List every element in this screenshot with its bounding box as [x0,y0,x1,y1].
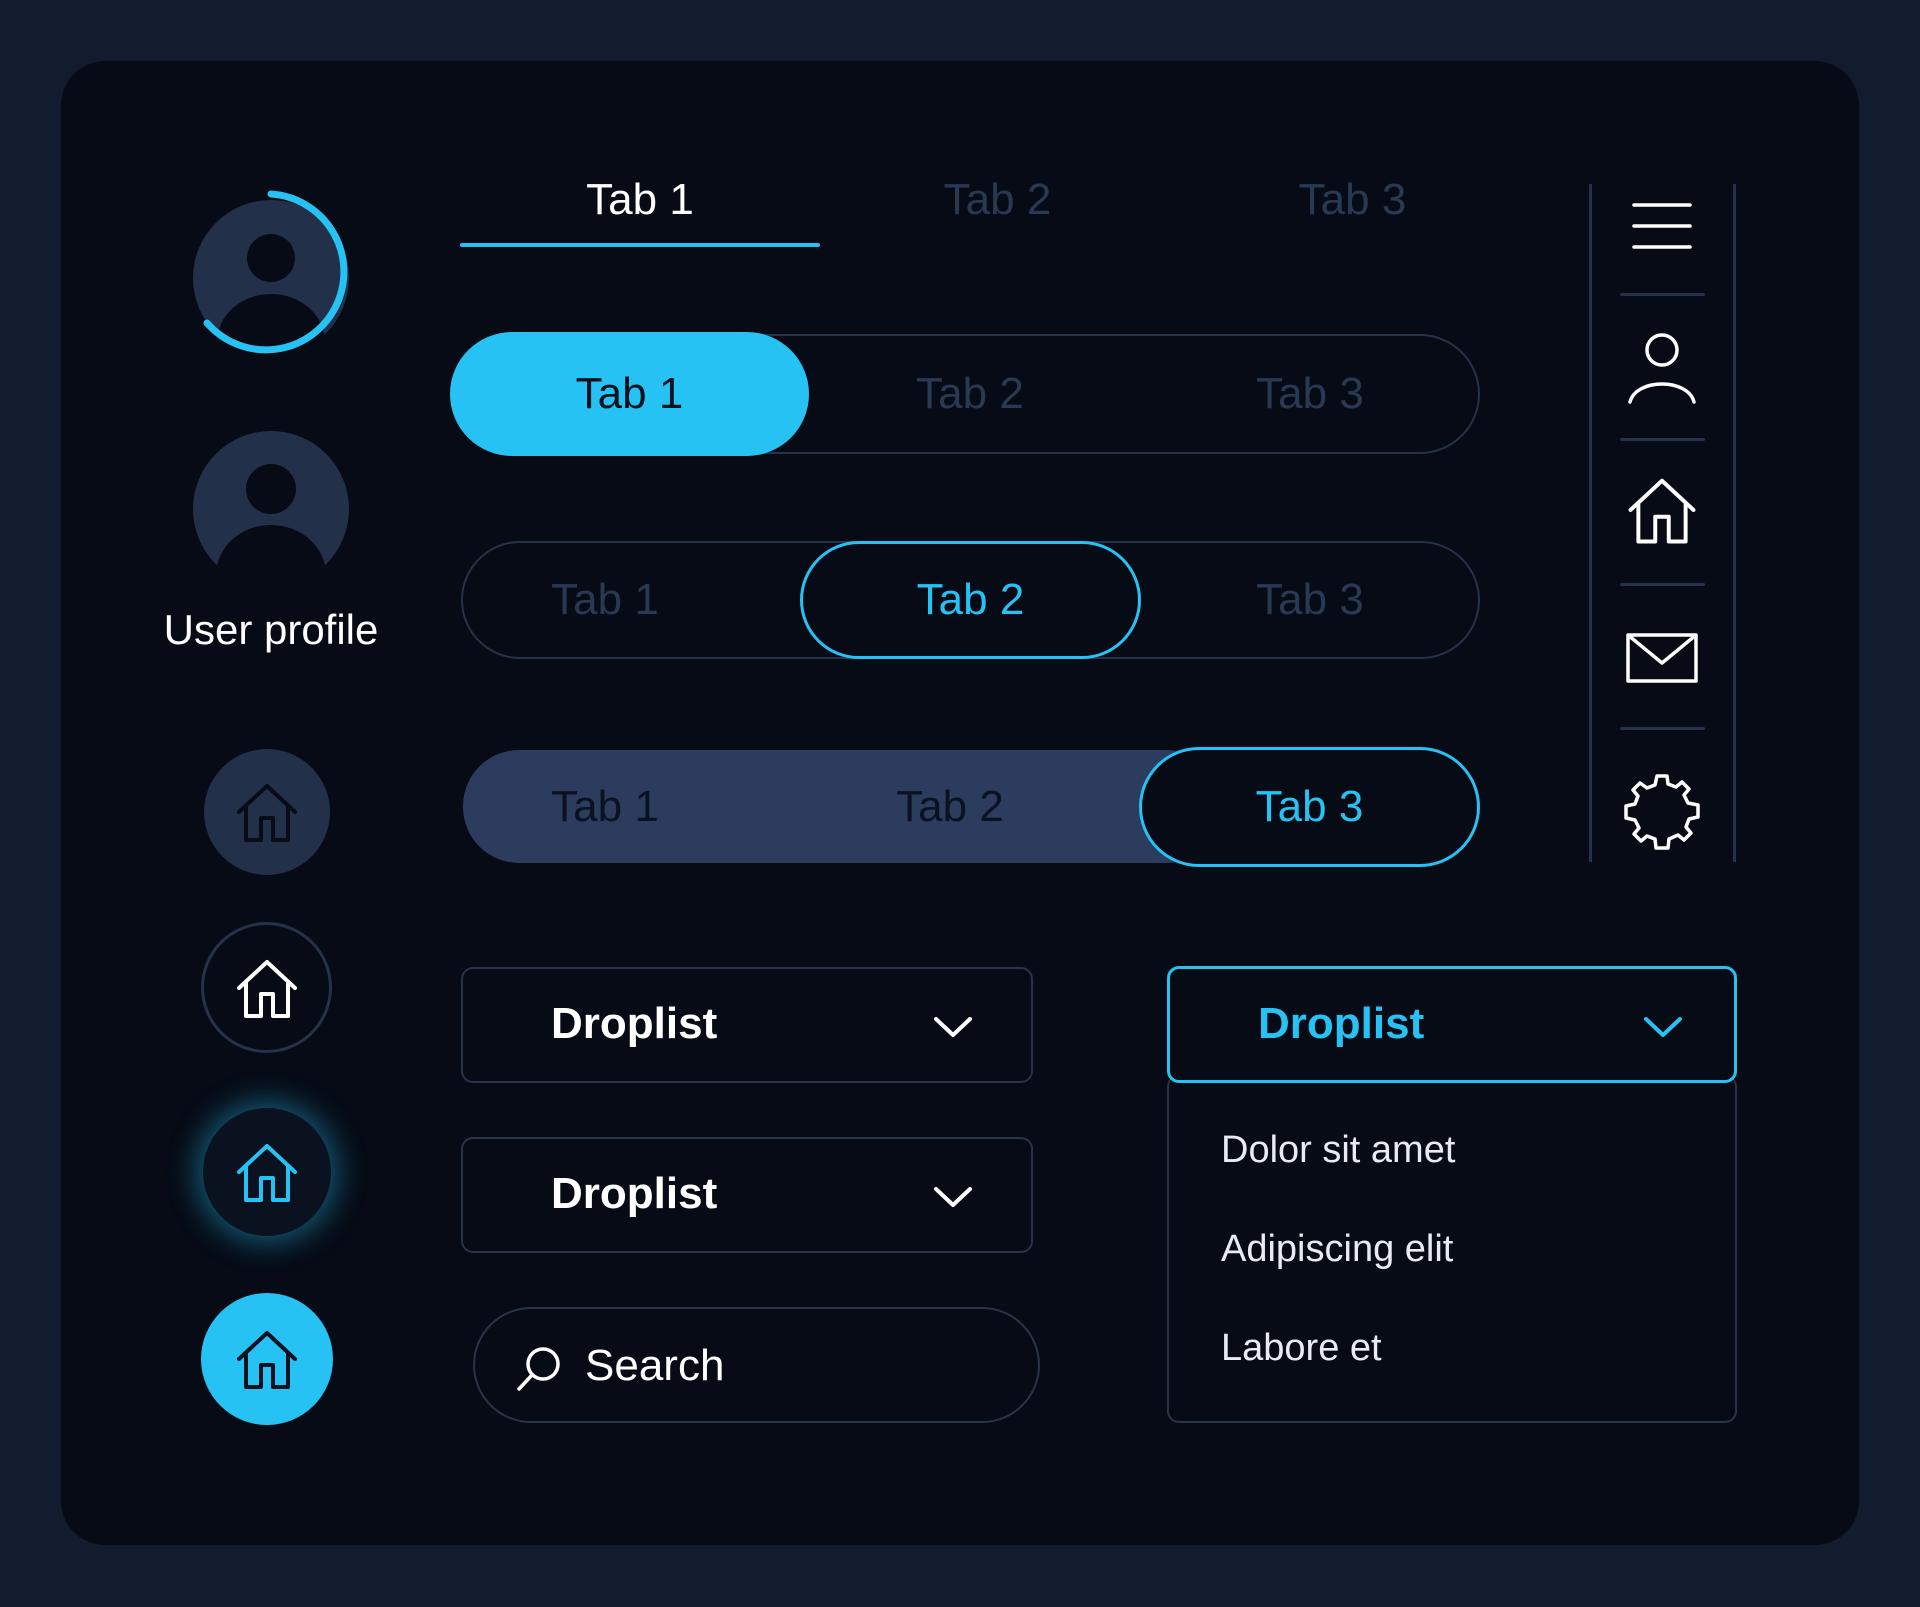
chevron-down-icon [1644,1017,1682,1037]
droplist-2[interactable]: Droplist [461,1137,1033,1253]
tab-underline-3[interactable]: Tab 3 [1175,160,1530,240]
user-icon [1628,333,1696,404]
sidebar-item-home[interactable] [1610,468,1714,552]
dropdown-option[interactable]: Adipiscing elit [1221,1228,1453,1271]
tab-label: Tab 3 [1298,175,1407,224]
home-button-filled-muted[interactable] [204,749,330,875]
tab-label: Tab 2 [916,369,1024,418]
sidebar-item-user[interactable] [1610,326,1714,410]
home-button-glow[interactable] [203,1108,331,1236]
user-avatar-icon [193,431,349,587]
droplist-1[interactable]: Droplist [461,967,1033,1083]
search-bar[interactable]: Search [473,1307,1040,1423]
avatar-progress-icon [193,190,349,356]
active-tab-indicator [460,243,820,247]
sidebar-item-settings[interactable] [1610,764,1714,860]
tab-label: Tab 3 [1255,782,1364,831]
home-icon [236,959,297,1018]
sidebar-border-right [1733,184,1736,862]
home-button-outline[interactable] [201,922,332,1053]
home-icon [1628,478,1696,544]
home-icon [237,1144,297,1202]
home-icon [237,1331,297,1389]
sidebar-item-menu[interactable] [1610,186,1714,266]
tab-pill-filled-2[interactable]: Tab 2 [830,334,1110,454]
home-button-accent[interactable] [201,1293,333,1425]
tab-label: Tab 1 [586,175,694,224]
dropdown-menu: Dolor sit amet Adipiscing elit Labore et [1167,1075,1737,1423]
tab-underline-2[interactable]: Tab 2 [820,160,1175,240]
sidebar-divider [1620,438,1705,441]
droplist-label: Droplist [551,999,718,1048]
tab-label: Tab 1 [551,781,659,831]
user-profile-label: User profile [163,606,379,653]
tab-pill-solid-2[interactable]: Tab 2 [810,750,1090,863]
tab-label: Tab 2 [943,175,1052,224]
droplist-label: Droplist [1258,999,1425,1048]
search-icon [517,1347,560,1391]
search-input[interactable]: Search [585,1341,724,1391]
tab-label: Tab 3 [1256,369,1364,418]
droplist-open[interactable]: Droplist [1167,966,1737,1083]
tab-pill-outline-1[interactable]: Tab 1 [470,541,740,659]
avatar-with-progress[interactable] [193,188,363,358]
tab-label: Tab 2 [896,781,1004,831]
tab-pill-solid-1[interactable]: Tab 1 [470,750,740,863]
menu-icon [1632,203,1692,249]
tab-label: Tab 1 [551,575,659,624]
sidebar-divider [1620,727,1705,730]
home-icon [237,784,297,842]
sidebar-border-left [1589,184,1592,862]
tab-pill-filled-1[interactable]: Tab 1 [450,332,809,456]
sidebar-item-mail[interactable] [1610,618,1714,698]
tab-pill-filled-3[interactable]: Tab 3 [1170,334,1450,454]
tab-label: Tab 1 [575,369,684,418]
tab-label: Tab 2 [916,575,1025,624]
sidebar-divider [1620,293,1705,296]
tab-pill-outline-3[interactable]: Tab 3 [1170,541,1450,659]
avatar[interactable] [192,430,350,588]
dropdown-option[interactable]: Labore et [1221,1327,1382,1370]
settings-icon [1624,774,1700,850]
mail-icon [1626,633,1698,683]
tab-label: Tab 3 [1256,575,1364,624]
dropdown-option[interactable]: Dolor sit amet [1221,1129,1455,1172]
tab-underline-1[interactable]: Tab 1 [460,160,820,240]
chevron-down-icon [934,1187,972,1207]
tab-pill-outline-2[interactable]: Tab 2 [800,541,1141,659]
chevron-down-icon [934,1017,972,1037]
droplist-label: Droplist [551,1169,718,1218]
tab-pill-solid-3[interactable]: Tab 3 [1139,747,1480,867]
sidebar-divider [1620,583,1705,586]
